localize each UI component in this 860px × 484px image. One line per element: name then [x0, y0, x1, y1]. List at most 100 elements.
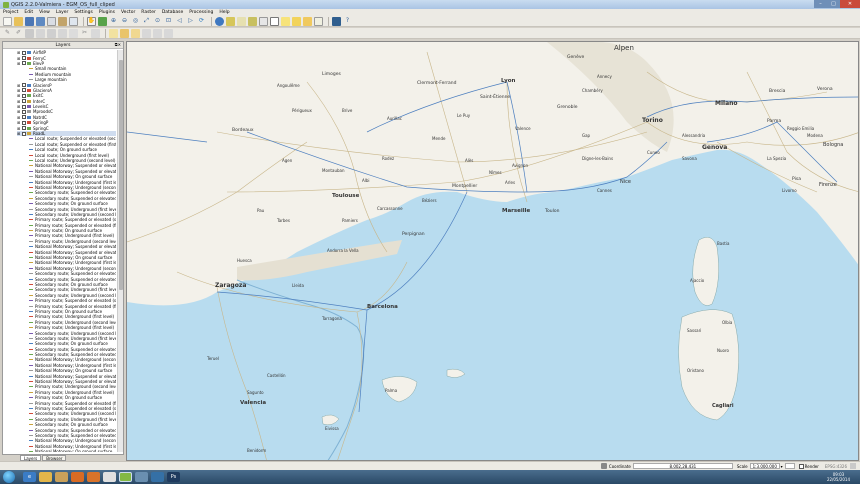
- menu-settings[interactable]: Settings: [74, 10, 92, 15]
- show-bookmarks-icon[interactable]: [303, 16, 312, 26]
- legend-item[interactable]: National Motorway; On ground surface: [17, 449, 116, 452]
- menu-help[interactable]: Help: [219, 10, 229, 15]
- expand-icon[interactable]: ⊞: [17, 88, 21, 93]
- photoshop-icon[interactable]: Ps: [167, 472, 180, 482]
- layer-visibility-checkbox[interactable]: [22, 131, 26, 136]
- expand-icon[interactable]: ⊞: [17, 120, 21, 125]
- pin-labels-icon[interactable]: [120, 28, 129, 38]
- firefox-icon[interactable]: [71, 472, 84, 482]
- delete-selected-icon[interactable]: [69, 28, 78, 38]
- move-feature-icon[interactable]: [47, 28, 56, 38]
- expand-icon[interactable]: ⊞: [17, 109, 21, 114]
- save-edits-icon[interactable]: [25, 28, 34, 38]
- new-bookmark-icon[interactable]: [292, 16, 301, 26]
- whats-this-icon[interactable]: ?: [343, 17, 352, 26]
- crs-status[interactable]: EPSG:4326: [825, 464, 847, 469]
- messages-icon[interactable]: [850, 463, 856, 469]
- layer-tree-scrollbar[interactable]: [117, 50, 123, 452]
- expand-icon[interactable]: ⊞: [17, 115, 21, 120]
- chrome-icon[interactable]: [103, 472, 116, 482]
- show-hide-labels-icon[interactable]: [131, 28, 140, 38]
- layer-visibility-checkbox[interactable]: [22, 50, 26, 55]
- layer-visibility-checkbox[interactable]: [22, 120, 26, 125]
- maximize-button[interactable]: □: [827, 0, 840, 8]
- map-canvas[interactable]: Alpen Genève Lyon Clermont-Ferrand Limog…: [126, 41, 859, 461]
- start-button[interactable]: [3, 471, 15, 483]
- identify-features-icon[interactable]: [215, 16, 224, 26]
- zoom-to-layer-icon[interactable]: ⊡: [164, 17, 173, 26]
- new-project-icon[interactable]: [3, 16, 12, 26]
- map-tips-icon[interactable]: [281, 16, 290, 26]
- layer-visibility-checkbox[interactable]: [22, 61, 26, 66]
- layer-visibility-checkbox[interactable]: [22, 115, 26, 120]
- menu-view[interactable]: View: [39, 10, 50, 15]
- label-icon[interactable]: [109, 28, 118, 38]
- expand-icon[interactable]: ⊞: [17, 56, 21, 61]
- menu-layer[interactable]: Layer: [56, 10, 69, 15]
- menu-plugins[interactable]: Plugins: [99, 10, 115, 15]
- layer-visibility-checkbox[interactable]: [22, 88, 26, 93]
- refresh-icon[interactable]: ⟳: [197, 17, 206, 26]
- move-label-icon[interactable]: [142, 28, 151, 38]
- scrollbar-thumb[interactable]: [119, 60, 123, 290]
- menu-processing[interactable]: Processing: [189, 10, 213, 15]
- zoom-full-icon[interactable]: ⤢: [142, 17, 151, 26]
- zoom-native-icon[interactable]: ◎: [131, 17, 140, 26]
- deselect-features-icon[interactable]: [237, 16, 246, 26]
- open-project-icon[interactable]: [14, 16, 23, 26]
- menu-database[interactable]: Database: [162, 10, 183, 15]
- layer-visibility-checkbox[interactable]: [22, 93, 26, 98]
- menu-edit[interactable]: Edit: [24, 10, 33, 15]
- coordinate-field[interactable]: 8.002,28.431: [632, 463, 733, 469]
- layer-visibility-checkbox[interactable]: [22, 109, 26, 114]
- expand-icon[interactable]: ⊞: [17, 131, 21, 136]
- current-edits-icon[interactable]: ✎: [3, 29, 12, 38]
- save-project-icon[interactable]: [25, 16, 34, 26]
- composer-manager-icon[interactable]: [58, 16, 67, 26]
- node-tool-icon[interactable]: [58, 28, 67, 38]
- expand-icon[interactable]: ⊞: [17, 50, 21, 55]
- scale-dropdown-icon[interactable]: ▾: [781, 464, 783, 469]
- toggle-editing-icon[interactable]: ✐: [14, 29, 23, 38]
- change-label-icon[interactable]: [164, 28, 173, 38]
- rotation-field[interactable]: [784, 463, 795, 469]
- add-feature-icon[interactable]: [36, 28, 45, 38]
- open-attribute-table-icon[interactable]: [270, 16, 279, 26]
- expand-icon[interactable]: ⊞: [17, 104, 21, 109]
- program-icon[interactable]: [135, 472, 148, 482]
- panel-float-close-icon[interactable]: ⧉✕: [115, 42, 121, 47]
- text-annotation-icon[interactable]: [314, 16, 323, 26]
- zoom-to-selection-icon[interactable]: ⊙: [153, 17, 162, 26]
- layer-visibility-checkbox[interactable]: [22, 56, 26, 61]
- system-clock[interactable]: 09:03 22/05/2014: [827, 472, 860, 482]
- layer-visibility-checkbox[interactable]: [22, 99, 26, 104]
- zoom-next-icon[interactable]: ▷: [186, 17, 195, 26]
- render-checkbox[interactable]: [798, 463, 804, 469]
- zoom-out-icon[interactable]: ⊖: [120, 17, 129, 26]
- expand-icon[interactable]: ⊞: [17, 126, 21, 131]
- ie-icon[interactable]: e: [23, 472, 36, 482]
- layer-visibility-checkbox[interactable]: [22, 104, 26, 109]
- qgis-taskbar-icon[interactable]: [119, 472, 132, 482]
- layer-visibility-checkbox[interactable]: [22, 83, 26, 88]
- measure-line-icon[interactable]: [259, 16, 268, 26]
- expand-icon[interactable]: ⊞: [17, 93, 21, 98]
- window-title-bar[interactable]: QGIS 2.2.0-Valmiera - EGM_OS_full_cliped…: [0, 0, 860, 9]
- help-contents-icon[interactable]: [69, 16, 78, 26]
- python-console-icon[interactable]: [332, 16, 341, 26]
- rotate-label-icon[interactable]: [153, 28, 162, 38]
- copy-features-icon[interactable]: [91, 28, 100, 38]
- expand-icon[interactable]: ⊞: [17, 99, 21, 104]
- scale-field[interactable]: 1:3.000.000: [749, 463, 780, 469]
- cut-features-icon[interactable]: ✂: [80, 29, 89, 38]
- pan-to-selection-icon[interactable]: [98, 16, 107, 26]
- save-as-icon[interactable]: [36, 16, 45, 26]
- python-icon[interactable]: [151, 472, 164, 482]
- layer-visibility-checkbox[interactable]: [22, 126, 26, 131]
- zoom-in-icon[interactable]: ⊕: [109, 17, 118, 26]
- minimize-button[interactable]: –: [814, 0, 827, 8]
- pan-map-icon[interactable]: ✋: [87, 16, 96, 26]
- layer-tree[interactable]: ⊞ AirfldP ⊞ FerryC ⊞ ElevP Small mountain Mediu…: [17, 50, 116, 452]
- coordinate-icon[interactable]: [600, 463, 607, 469]
- folder-icon[interactable]: [55, 472, 68, 482]
